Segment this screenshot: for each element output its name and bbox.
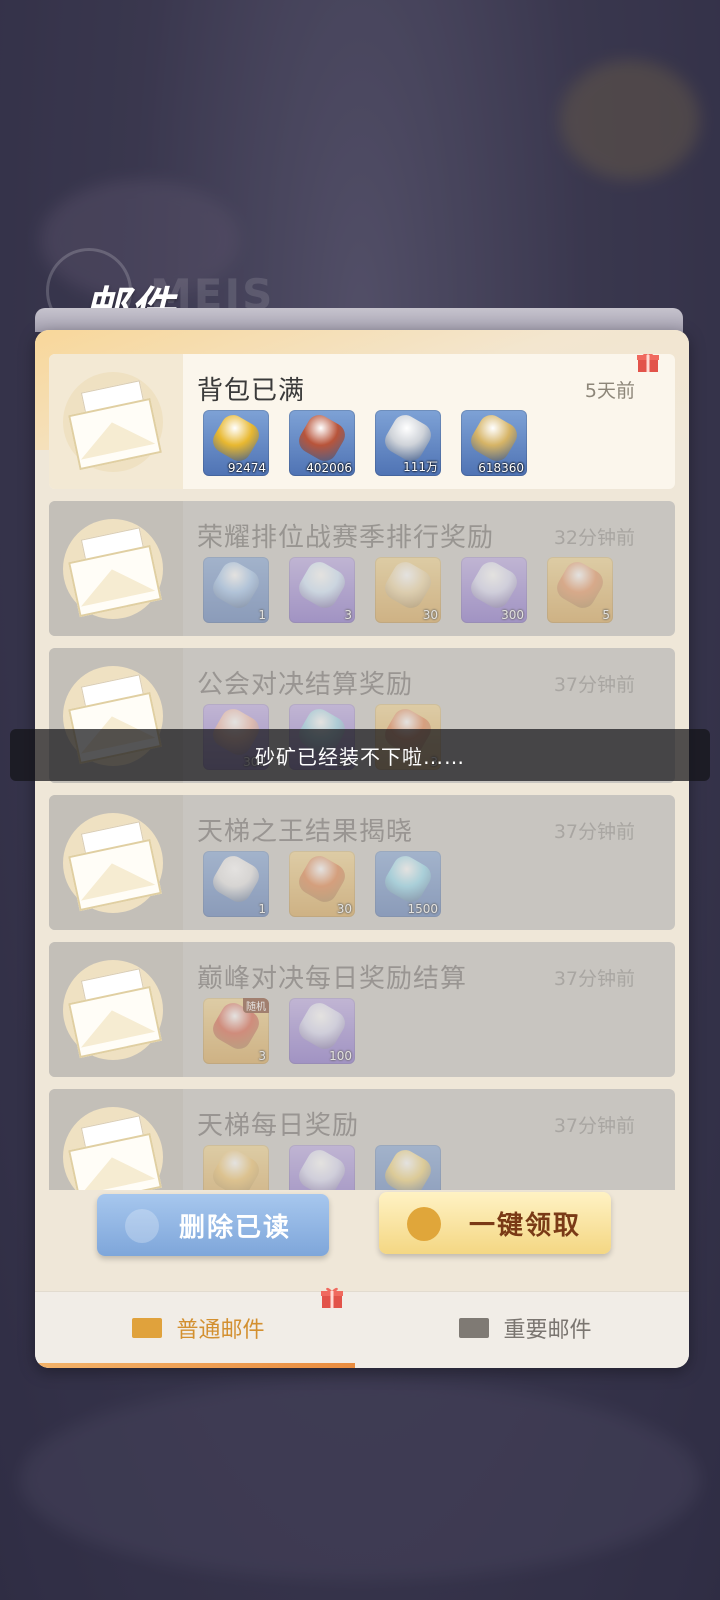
mail-item[interactable]: 天梯之王结果揭晓 37分钟前 1 30 1500 bbox=[49, 795, 675, 930]
gift-icon bbox=[407, 1207, 441, 1241]
mail-time: 5天前 bbox=[584, 380, 635, 402]
reward-item[interactable]: 5 bbox=[547, 557, 613, 623]
reward-item-quantity: 402006 bbox=[306, 461, 352, 475]
reward-item-icon bbox=[380, 851, 436, 907]
reward-item-icon bbox=[208, 1145, 264, 1190]
reward-item[interactable]: 300 bbox=[461, 557, 527, 623]
claim-all-label: 一键领取 bbox=[468, 1210, 581, 1241]
reward-item-icon bbox=[208, 851, 264, 907]
mail-time: 37分钟前 bbox=[553, 821, 635, 843]
mail-title: 荣耀排位战赛季排行奖励 bbox=[197, 523, 495, 553]
mail-thumbnail bbox=[49, 354, 183, 489]
reward-item-icon bbox=[294, 557, 350, 613]
reward-item-icon bbox=[208, 557, 264, 613]
mail-time: 37分钟前 bbox=[553, 968, 635, 990]
reward-item[interactable]: 1 bbox=[203, 851, 269, 917]
mail-item[interactable]: 荣耀排位战赛季排行奖励 32分钟前 1 3 30 300 5 bbox=[49, 501, 675, 636]
reward-item[interactable]: 30 bbox=[375, 557, 441, 623]
mail-time: 32分钟前 bbox=[553, 527, 635, 549]
reward-item-icon bbox=[294, 410, 350, 466]
reward-item[interactable]: 3 bbox=[289, 557, 355, 623]
delete-read-button[interactable]: 删除已读 bbox=[97, 1194, 329, 1256]
tab-normal-label: 普通邮件 bbox=[176, 1318, 265, 1343]
tab-important-mail[interactable]: 重要邮件 bbox=[362, 1292, 689, 1364]
reward-item-icon bbox=[466, 410, 522, 466]
reward-item-quantity: 618360 bbox=[478, 461, 524, 475]
star-envelope-icon bbox=[459, 1318, 490, 1338]
reward-item[interactable] bbox=[203, 1145, 269, 1190]
mail-item[interactable]: 背包已满 5天前 92474 402006 111万 618360 bbox=[49, 354, 675, 489]
reward-item-quantity: 300 bbox=[501, 608, 524, 622]
reward-item-quantity: 100 bbox=[329, 1049, 352, 1063]
reward-item-quantity: 92474 bbox=[227, 461, 266, 475]
reward-item[interactable]: 1 bbox=[203, 557, 269, 623]
reward-item-quantity: 5 bbox=[602, 608, 610, 622]
reward-item[interactable] bbox=[289, 1145, 355, 1190]
delete-read-label: 删除已读 bbox=[178, 1212, 291, 1243]
mail-title: 巅峰对决每日奖励结算 bbox=[197, 964, 468, 994]
reward-item-quantity: 30 bbox=[422, 608, 438, 622]
mail-thumbnail bbox=[49, 942, 183, 1077]
envelope-icon bbox=[63, 813, 163, 913]
mail-title: 背包已满 bbox=[197, 376, 306, 406]
gift-badge-icon bbox=[321, 1287, 343, 1308]
reward-item-tag: 随机 bbox=[243, 998, 269, 1013]
reward-item[interactable]: 30 bbox=[289, 851, 355, 917]
reward-item-icon bbox=[208, 410, 264, 466]
toast-message: 砂矿已经装不下啦…… bbox=[10, 729, 710, 781]
reward-item[interactable]: 111万 bbox=[375, 410, 441, 476]
reward-item-icon bbox=[380, 557, 436, 613]
mail-tabs: 普通邮件 重要邮件 bbox=[35, 1287, 689, 1368]
reward-item-icon bbox=[294, 851, 350, 907]
mail-title: 公会对决结算奖励 bbox=[197, 670, 414, 700]
envelope-icon bbox=[63, 372, 163, 472]
reward-item-quantity: 3 bbox=[344, 608, 352, 622]
reward-item-quantity: 111万 bbox=[403, 460, 438, 474]
envelope-icon bbox=[63, 519, 163, 619]
reward-item-quantity: 1 bbox=[258, 902, 266, 916]
panel-top-strip bbox=[35, 308, 683, 332]
reward-item-quantity: 1500 bbox=[407, 902, 438, 916]
envelope-icon bbox=[63, 960, 163, 1060]
reward-item-quantity: 3 bbox=[258, 1049, 266, 1063]
reward-item[interactable]: 随机 3 bbox=[203, 998, 269, 1064]
tab-active-indicator bbox=[35, 1363, 355, 1368]
mail-thumbnail bbox=[49, 1089, 183, 1190]
reward-item-icon bbox=[380, 1145, 436, 1190]
reward-item[interactable]: 1500 bbox=[375, 851, 441, 917]
envelope-icon bbox=[132, 1318, 163, 1338]
envelope-icon bbox=[63, 1107, 163, 1190]
gift-badge-icon bbox=[637, 354, 659, 372]
mail-time: 37分钟前 bbox=[553, 674, 635, 696]
tab-important-label: 重要邮件 bbox=[503, 1318, 592, 1343]
reward-item-quantity: 1 bbox=[258, 608, 266, 622]
reward-item-quantity: 30 bbox=[336, 902, 352, 916]
mail-item[interactable]: 天梯每日奖励 37分钟前 bbox=[49, 1089, 675, 1190]
mail-title: 天梯每日奖励 bbox=[197, 1111, 360, 1141]
tab-normal-mail[interactable]: 普通邮件 bbox=[35, 1292, 362, 1364]
mail-panel: 背包已满 5天前 92474 402006 111万 618360 荣耀排位战赛季排行奖励 3… bbox=[35, 330, 689, 1368]
claim-all-button[interactable]: 一键领取 bbox=[379, 1192, 611, 1254]
mail-thumbnail bbox=[49, 795, 183, 930]
reward-item[interactable]: 100 bbox=[289, 998, 355, 1064]
reward-item-icon bbox=[294, 1145, 350, 1190]
reward-item[interactable] bbox=[375, 1145, 441, 1190]
reward-item-icon bbox=[466, 557, 522, 613]
reward-item-icon bbox=[552, 557, 608, 613]
reward-item[interactable]: 618360 bbox=[461, 410, 527, 476]
mail-time: 37分钟前 bbox=[553, 1115, 635, 1137]
mail-title: 天梯之王结果揭晓 bbox=[197, 817, 414, 847]
reward-item[interactable]: 402006 bbox=[289, 410, 355, 476]
mail-thumbnail bbox=[49, 501, 183, 636]
reward-item-icon bbox=[294, 998, 350, 1054]
reward-item[interactable]: 92474 bbox=[203, 410, 269, 476]
trash-icon bbox=[125, 1209, 159, 1243]
mail-item[interactable]: 巅峰对决每日奖励结算 37分钟前随机 3 100 bbox=[49, 942, 675, 1077]
